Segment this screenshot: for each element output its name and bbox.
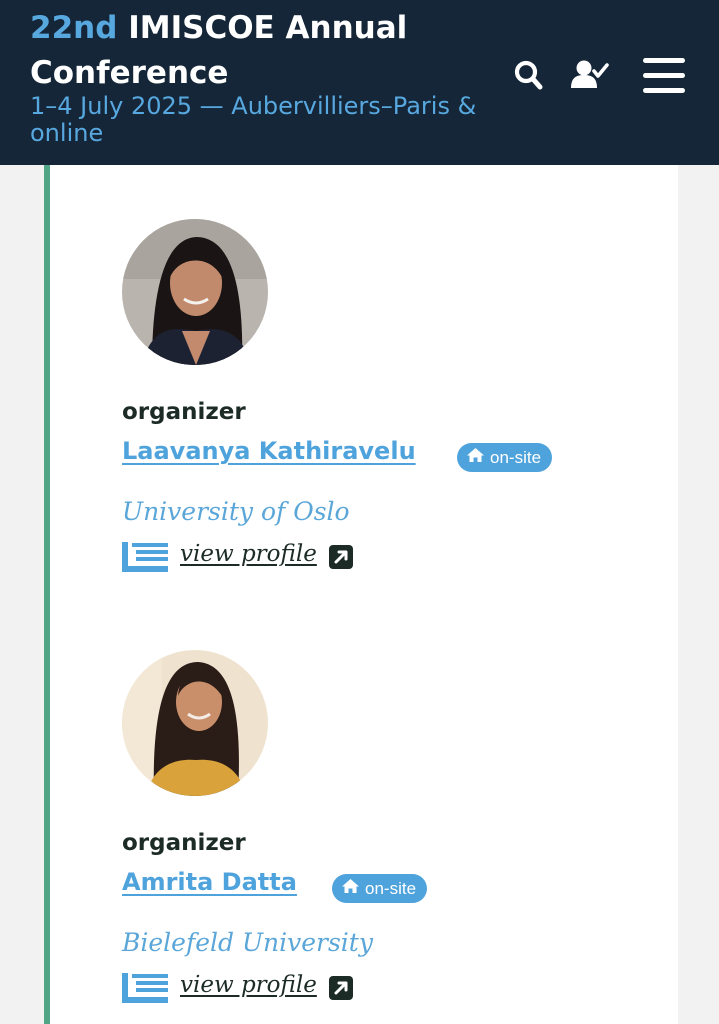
attendance-badge: on-site	[457, 443, 553, 472]
menu-icon[interactable]	[642, 56, 686, 101]
site-header: 22nd IMISCOE Annual Conference 1–4 July …	[0, 0, 719, 165]
home-icon	[466, 447, 485, 468]
home-icon	[341, 878, 360, 899]
person-affiliation: Bielefeld University	[122, 928, 373, 957]
title-edition: 22nd	[30, 10, 118, 46]
view-profile-link[interactable]: view profile	[180, 972, 317, 998]
badge-label: on-site	[365, 878, 417, 898]
list-icon	[122, 542, 168, 577]
avatar	[122, 219, 268, 365]
person-role: organizer	[122, 399, 246, 425]
badge-label: on-site	[490, 447, 542, 467]
external-link-icon[interactable]	[328, 544, 354, 575]
attendance-badge: on-site	[332, 874, 428, 903]
external-link-icon[interactable]	[328, 975, 354, 1006]
person-affiliation: University of Oslo	[122, 497, 350, 526]
list-icon	[122, 973, 168, 1008]
view-profile-link[interactable]: view profile	[180, 541, 317, 567]
avatar	[122, 650, 268, 796]
person-name-link[interactable]: Amrita Datta	[122, 868, 297, 896]
conference-title[interactable]: 22nd IMISCOE Annual Conference	[30, 6, 500, 96]
conference-subtitle: 1–4 July 2025 — Aubervilliers–Paris & on…	[30, 92, 477, 147]
organizers-card: organizer Laavanya Kathiravelu on-site U…	[44, 165, 678, 1024]
search-icon[interactable]	[513, 56, 545, 97]
user-check-icon[interactable]	[570, 56, 610, 97]
person-role: organizer	[122, 830, 246, 856]
person-name-link[interactable]: Laavanya Kathiravelu	[122, 437, 416, 465]
